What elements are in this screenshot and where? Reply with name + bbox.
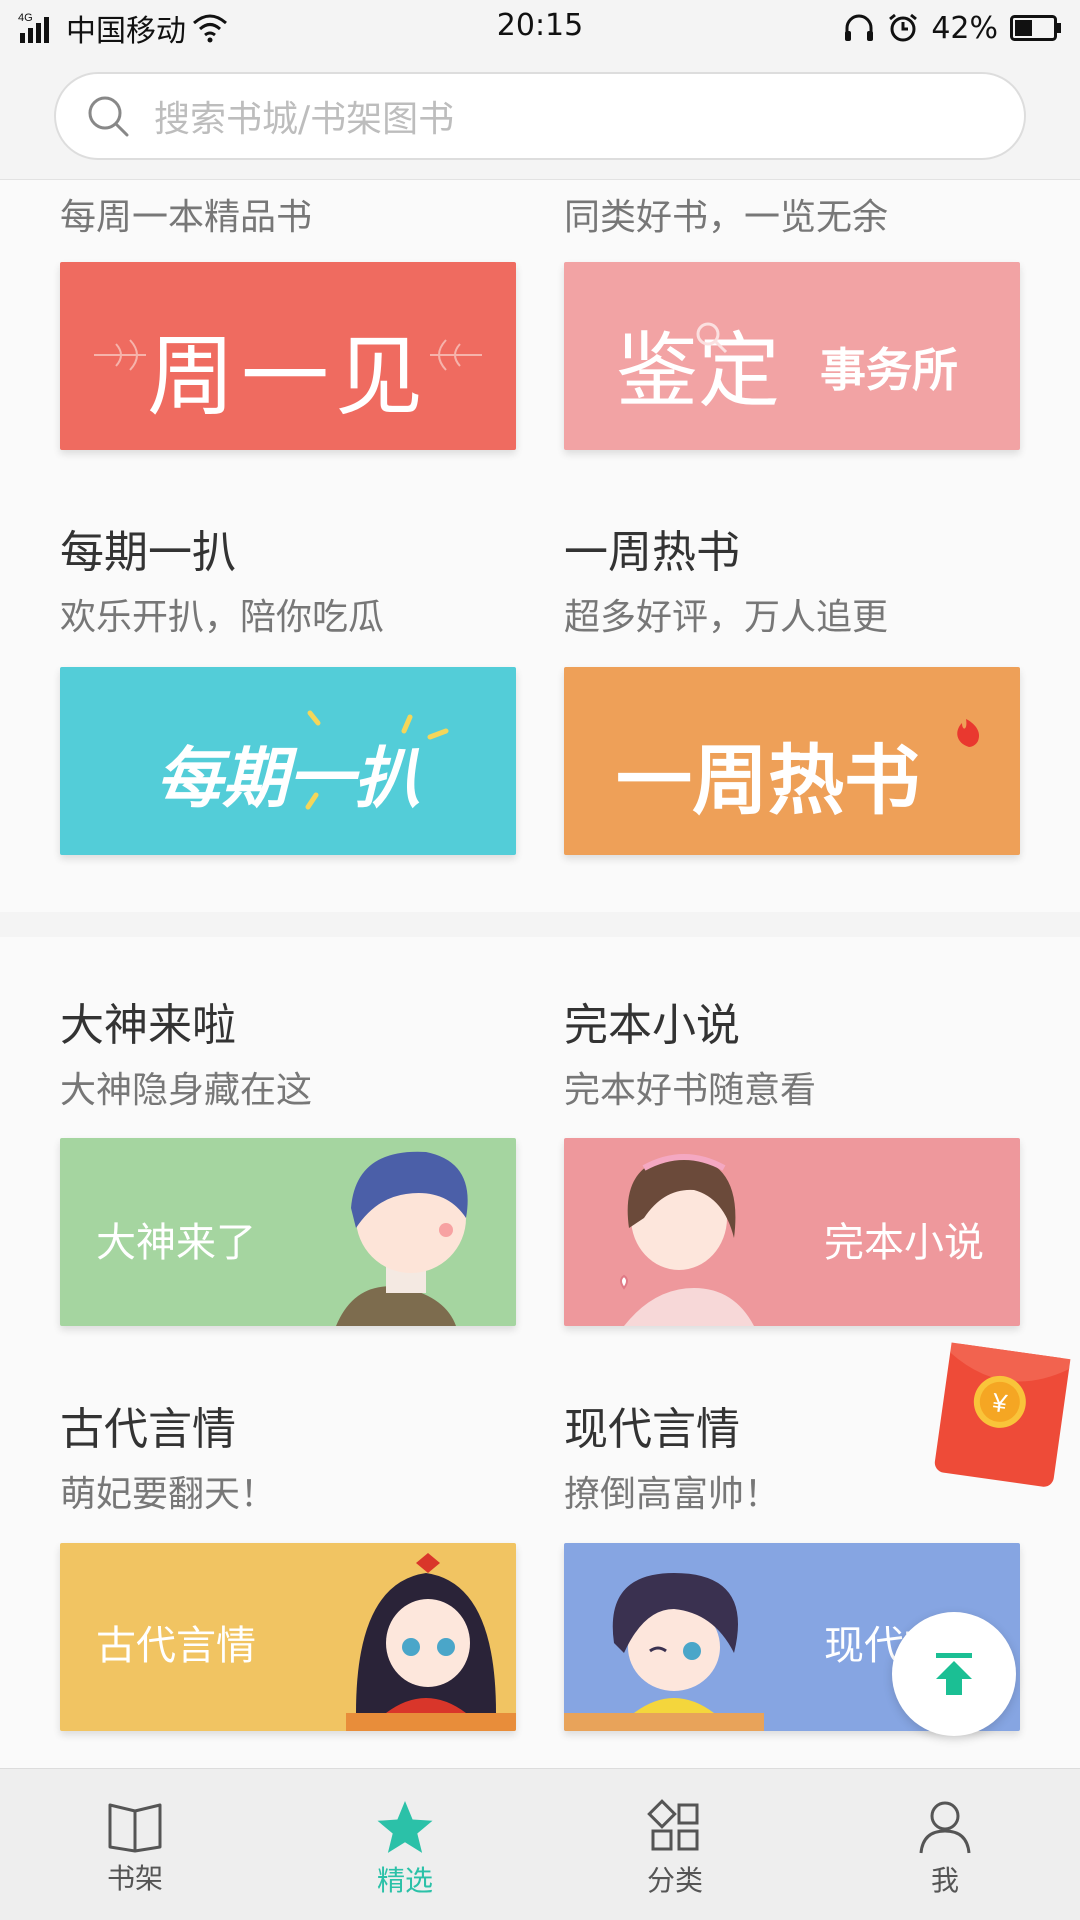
arrow-up-icon <box>936 1653 972 1695</box>
nav-label: 精选 <box>376 1864 433 1897</box>
banner-title: 大神来了 <box>96 1220 256 1266</box>
subtitle-weekly: 每周一本精品书 <box>60 197 313 238</box>
subtitle-gudai: 萌妃要翻天！ <box>60 1474 277 1515</box>
subtitle-yizhou: 超多好评，万人追更 <box>564 597 889 638</box>
subtitle-similar: 同类好书，一览无余 <box>564 197 889 238</box>
category-icon <box>647 1799 699 1851</box>
subtitle-xiandai: 撩倒高富帅！ <box>564 1474 781 1515</box>
person-icon <box>919 1801 971 1854</box>
girl-illustration-icon <box>346 1553 516 1731</box>
alarm-icon <box>889 13 918 42</box>
title-dashen: 大神来啦 <box>60 1000 236 1051</box>
col-left: 大神来啦 大神隐身藏在这 大神来了 古代言情 萌妃要翻天！ 古代言情 <box>60 937 516 1768</box>
subtitle-wanben: 完本好书随意看 <box>564 1070 817 1111</box>
title-wanben: 完本小说 <box>564 1000 740 1051</box>
status-right: 42% <box>843 8 1062 48</box>
back-to-top-button[interactable] <box>892 1612 1016 1736</box>
red-packet-icon: ¥ <box>934 1342 1071 1487</box>
star-icon <box>377 1801 433 1853</box>
banner-yizhou[interactable]: 一周热书 <box>564 667 1020 855</box>
status-bar: 4G 中国移动 20:15 42% <box>0 0 1080 56</box>
featured-section: 每周一本精品书 周一见 每期一扒 欢乐开扒，陪你吃瓜 每期一扒 同类好书，一览无… <box>0 180 1080 912</box>
col-left: 每周一本精品书 周一见 每期一扒 欢乐开扒，陪你吃瓜 每期一扒 <box>60 180 516 912</box>
boy-wink-illustration-icon <box>564 1573 764 1731</box>
nav-category[interactable]: 分类 <box>540 1769 810 1920</box>
flame-icon <box>957 719 980 747</box>
red-packet-button[interactable]: ¥ <box>928 1340 1072 1490</box>
nav-label: 我 <box>930 1864 959 1897</box>
search-placeholder: 搜索书城/书架图书 <box>154 99 455 140</box>
battery-percent: 42% <box>931 10 998 46</box>
search-icon <box>88 96 129 137</box>
content-scroll[interactable]: 每周一本精品书 周一见 每期一扒 欢乐开扒，陪你吃瓜 每期一扒 同类好书，一览无… <box>0 180 1080 1768</box>
boy-illustration-icon <box>336 1151 468 1326</box>
banner-title: 完本小说 <box>824 1220 984 1266</box>
banner-subtitle: 事务所 <box>820 343 958 397</box>
headphones-icon <box>845 14 874 41</box>
banner-title: 一周热书 <box>616 736 920 825</box>
bottom-nav: 书架 精选 分类 我 <box>0 1768 1080 1920</box>
title-xiandai: 现代言情 <box>564 1404 740 1455</box>
ornament-right-icon <box>430 339 482 371</box>
banner-jianding[interactable]: 鉴定 事务所 <box>564 262 1020 450</box>
subtitle-dashen: 大神隐身藏在这 <box>60 1070 313 1111</box>
search-bar-area: 搜索书城/书架图书 <box>0 56 1080 180</box>
nav-featured[interactable]: 精选 <box>270 1769 540 1920</box>
col-right: 同类好书，一览无余 鉴定 事务所 一周热书 超多好评，万人追更 一周热书 <box>564 180 1020 912</box>
title-yizhou: 一周热书 <box>564 527 740 578</box>
magnifier-icon <box>696 322 728 354</box>
banner-title: 古代言情 <box>96 1623 256 1669</box>
banner-wanben[interactable]: 完本小说 <box>564 1138 1020 1326</box>
banner-gudai[interactable]: 古代言情 <box>60 1543 516 1731</box>
banner-meiqi[interactable]: 每期一扒 <box>60 667 516 855</box>
battery-icon <box>1010 15 1061 41</box>
title-meiqi: 每期一扒 <box>60 527 236 578</box>
subtitle-meiqi: 欢乐开扒，陪你吃瓜 <box>60 597 385 638</box>
sparkle-icon <box>305 710 449 810</box>
nav-bookshelf[interactable]: 书架 <box>0 1769 270 1920</box>
girl-kiss-illustration-icon <box>620 1154 754 1326</box>
title-gudai: 古代言情 <box>60 1404 236 1455</box>
book-icon <box>108 1803 162 1853</box>
banner-zhouyijian[interactable]: 周一见 <box>60 262 516 450</box>
search-input[interactable]: 搜索书城/书架图书 <box>54 72 1026 160</box>
banner-dashen[interactable]: 大神来了 <box>60 1138 516 1326</box>
nav-label: 分类 <box>646 1864 703 1897</box>
nav-label: 书架 <box>106 1862 163 1895</box>
nav-me[interactable]: 我 <box>810 1769 1080 1920</box>
